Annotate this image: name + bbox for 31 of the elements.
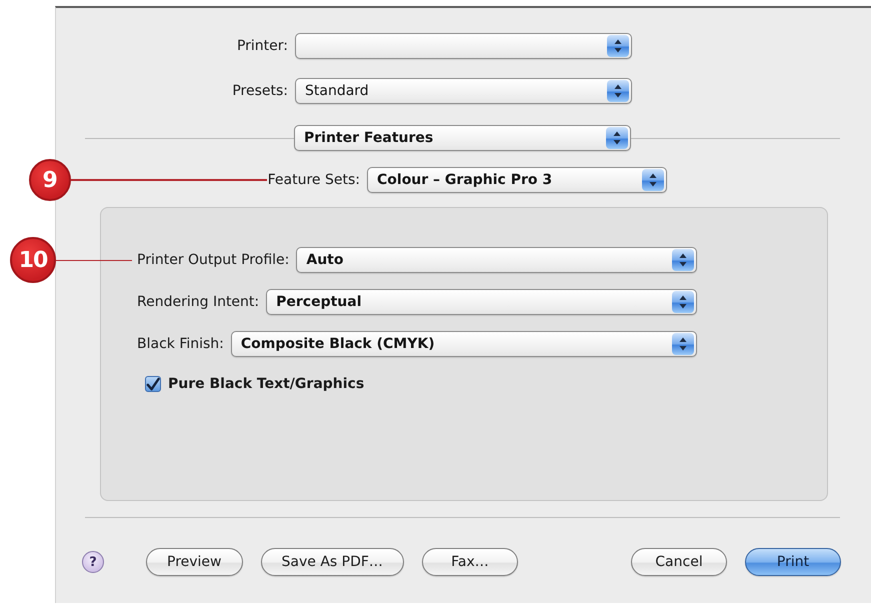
checkbox[interactable] <box>145 376 161 392</box>
field-label: Printer: <box>236 38 288 54</box>
up-down-arrows-icon <box>672 291 694 313</box>
dialog-button[interactable]: Cancel <box>631 548 727 576</box>
popup-menu[interactable]: Standard <box>295 78 632 104</box>
dialog-button[interactable]: Fax… <box>422 548 518 576</box>
field-label: Black Finish: <box>137 336 224 352</box>
checkbox-label: Pure Black Text/Graphics <box>168 376 364 392</box>
callout-badge: 10 <box>10 237 56 283</box>
checkmark-icon <box>146 376 160 392</box>
popup-menu[interactable] <box>295 33 632 59</box>
up-down-arrows-icon <box>607 80 629 102</box>
popup-menu[interactable]: Perceptual <box>266 289 697 315</box>
popup-menu[interactable]: Colour – Graphic Pro 3 <box>367 167 667 193</box>
field-label: Rendering Intent: <box>137 294 260 310</box>
up-down-arrows-icon <box>606 127 628 149</box>
dialog-button[interactable]: Preview <box>146 548 242 576</box>
popup-menu[interactable]: Auto <box>296 247 697 273</box>
dialog-button[interactable]: Save As PDF… <box>260 548 404 576</box>
popup-menu[interactable]: Composite Black (CMYK) <box>230 331 697 357</box>
field-label: Feature Sets: <box>268 172 360 188</box>
callout-badge: 9 <box>28 159 71 201</box>
dialog-button[interactable]: Print <box>745 548 841 576</box>
up-down-arrows-icon <box>672 333 694 355</box>
help-button[interactable]: ? <box>82 551 104 573</box>
up-down-arrows-icon <box>672 249 694 271</box>
up-down-arrows-icon <box>642 169 664 191</box>
popup-menu[interactable]: Printer Features <box>294 125 631 151</box>
field-label: Printer Output Profile: <box>137 252 290 268</box>
field-label: Presets: <box>232 83 288 99</box>
up-down-arrows-icon <box>607 35 629 57</box>
